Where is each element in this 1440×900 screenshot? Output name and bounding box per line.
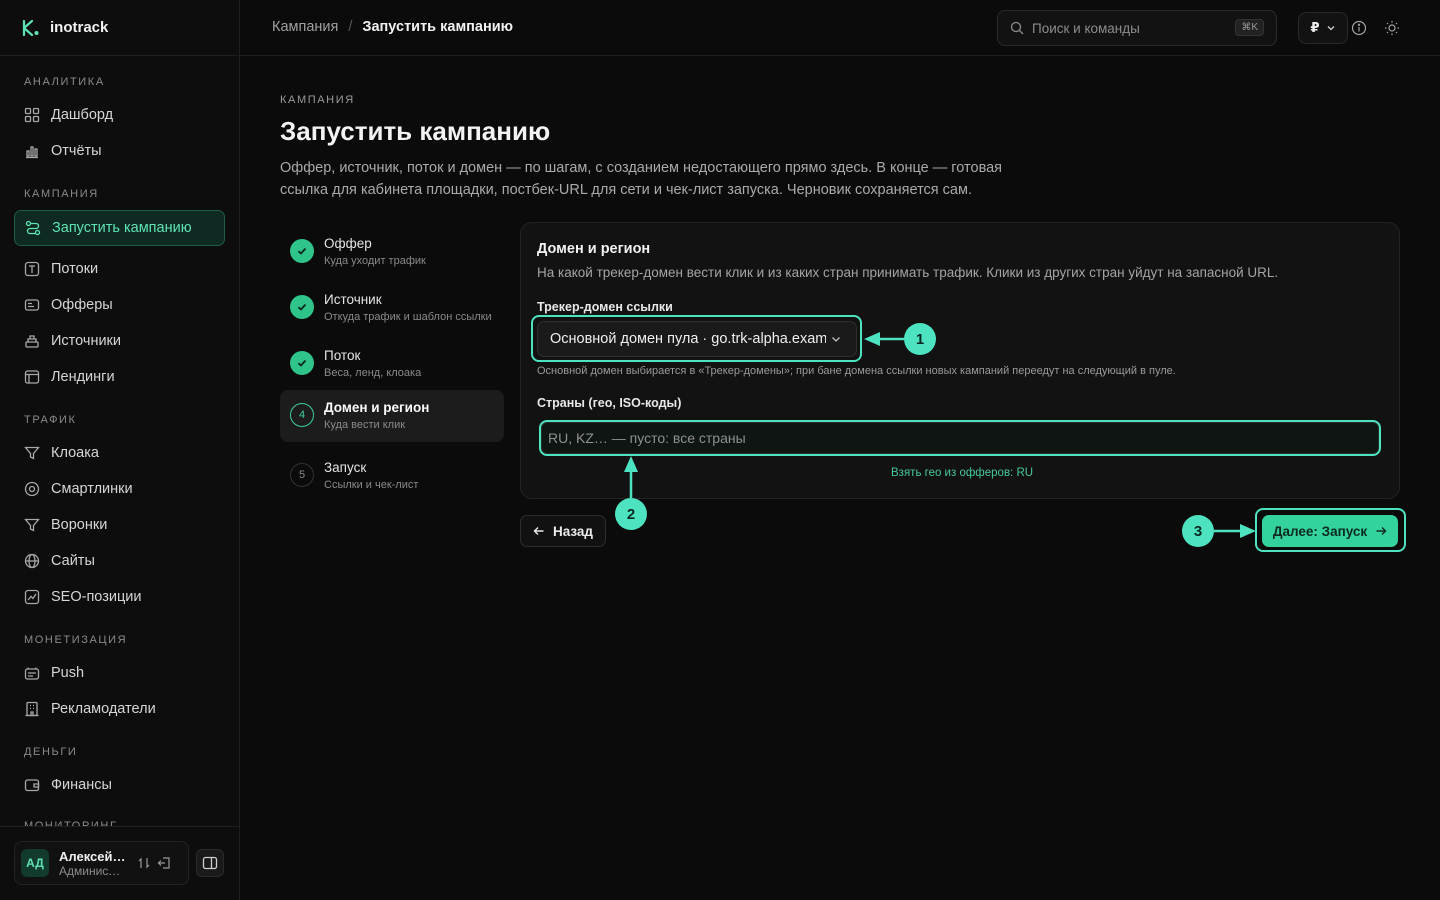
annotation-badge-2: 2	[615, 498, 647, 530]
annotation-badge-3: 3	[1182, 515, 1214, 547]
annotation-badge-1: 1	[904, 323, 936, 355]
annotation-arrows	[624, 332, 1256, 538]
